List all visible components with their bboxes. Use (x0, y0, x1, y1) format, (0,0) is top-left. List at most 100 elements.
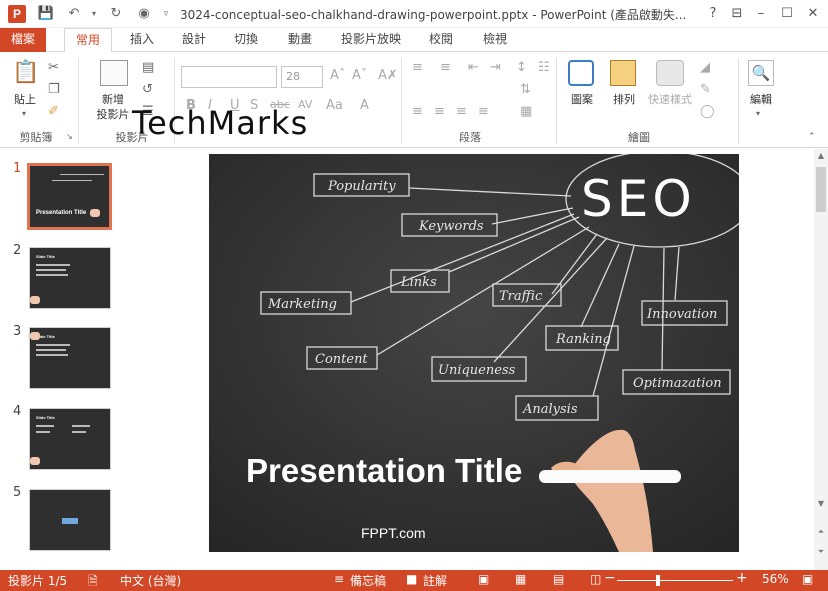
customize-qat-icon[interactable]: ▿ (156, 4, 176, 24)
shape-outline-icon[interactable]: ✎ (700, 82, 711, 97)
tab-insert[interactable]: 插入 (120, 28, 164, 52)
numbering-icon[interactable]: ≡ (440, 60, 451, 75)
redo-icon[interactable]: ↻ (106, 4, 126, 24)
copy-icon[interactable]: ❐ (48, 82, 60, 97)
bullets-icon[interactable]: ≡ (412, 60, 423, 75)
slide-sorter-icon[interactable]: ▦ (515, 572, 526, 586)
clear-format-icon[interactable]: A✗ (378, 68, 398, 83)
font-name-box[interactable] (181, 66, 277, 88)
slide-thumbnail-5[interactable] (29, 489, 111, 551)
slide-thumbnail-3[interactable]: Slide Title (29, 327, 111, 389)
font-size-box[interactable]: 28 (281, 66, 323, 88)
comments-button[interactable]: 註解 (423, 572, 447, 589)
slide-thumbnail-2[interactable]: Slide Title (29, 247, 111, 309)
current-slide[interactable]: Popularity Keywords Links Marketing Traf… (209, 154, 739, 552)
tab-animations[interactable]: 動畫 (276, 28, 324, 52)
slideshow-view-icon[interactable]: ◫ (590, 572, 601, 586)
thumbnail-hand-image (30, 332, 40, 340)
scroll-up-icon[interactable]: ▲ (814, 151, 828, 160)
slide-counter: 投影片 1/5 (8, 574, 68, 588)
smartart-icon[interactable]: ▦ (520, 104, 532, 119)
paste-button-label[interactable]: 貼上 (10, 92, 40, 107)
start-slideshow-icon[interactable]: ◉ (134, 4, 154, 24)
tab-view[interactable]: 檢視 (472, 28, 518, 52)
clipboard-launcher-icon[interactable]: ↘ (66, 132, 73, 141)
undo-icon[interactable]: ↶ (64, 4, 84, 24)
new-slide-label-2[interactable]: 投影片 (88, 107, 138, 122)
minimize-icon[interactable]: – (748, 0, 774, 28)
tab-file[interactable]: 檔案 (0, 28, 46, 52)
thumbnail-number: 2 (13, 243, 22, 258)
zoom-in-icon[interactable]: + (736, 570, 748, 586)
tab-design[interactable]: 設計 (172, 28, 216, 52)
format-painter-icon[interactable]: ✐ (48, 104, 59, 119)
grow-font-icon[interactable]: Aˆ (330, 68, 345, 83)
tab-transitions[interactable]: 切換 (224, 28, 268, 52)
maximize-icon[interactable]: ☐ (774, 0, 800, 28)
shapes-button-label[interactable]: 圖案 (562, 92, 602, 107)
next-slide-icon[interactable]: ⏷ (814, 547, 828, 557)
tab-home[interactable]: 常用 (64, 28, 112, 53)
vertical-scrollbar[interactable]: ▲ ▼ ⏶ ⏷ (814, 149, 828, 570)
keyword-text: Marketing (267, 297, 337, 312)
slide-thumbnail-4[interactable]: Slide Title (29, 408, 111, 470)
save-icon[interactable]: 💾 (36, 4, 56, 24)
arrange-button-label[interactable]: 排列 (604, 92, 644, 107)
align-left-icon[interactable]: ≡ (412, 104, 423, 119)
powerpoint-app-icon[interactable]: P (8, 5, 26, 23)
arrange-icon[interactable] (610, 60, 636, 86)
notes-icon[interactable]: ≡ (334, 572, 344, 586)
normal-view-icon[interactable]: ▣ (478, 572, 489, 586)
tab-review[interactable]: 校閱 (418, 28, 464, 52)
comments-icon[interactable]: ■ (406, 572, 417, 586)
shapes-icon[interactable] (568, 60, 594, 86)
ribbon-display-options-icon[interactable]: ⊟ (724, 0, 750, 28)
find-binoculars-icon[interactable]: 🔍 (748, 60, 774, 86)
zoom-slider[interactable] (617, 580, 733, 581)
quick-styles-label[interactable]: 快速樣式 (644, 92, 696, 107)
shape-fill-icon[interactable]: ◢ (700, 60, 710, 75)
change-case-icon[interactable]: Aa (326, 98, 343, 113)
shrink-font-icon[interactable]: Aˇ (352, 68, 367, 83)
align-right-icon[interactable]: ≡ (456, 104, 467, 119)
align-center-icon[interactable]: ≡ (434, 104, 445, 119)
language-indicator[interactable]: 中文 (台灣) (120, 572, 181, 589)
zoom-slider-thumb[interactable] (656, 575, 660, 586)
paste-dropdown-icon[interactable]: ▾ (22, 109, 26, 118)
slide-footer-text[interactable]: FPPT.com (361, 525, 426, 541)
font-color-icon[interactable]: A (360, 98, 369, 113)
justify-icon[interactable]: ≡ (478, 104, 489, 119)
editing-button-label[interactable]: 編輯 (742, 92, 780, 107)
slide-thumbnail-1[interactable]: Presentation Title (27, 163, 112, 230)
columns-icon[interactable]: ☷ (538, 60, 550, 75)
undo-dropdown-icon[interactable]: ▾ (84, 4, 104, 24)
line-spacing-icon[interactable]: ↕ (516, 60, 527, 75)
paste-icon[interactable]: 📋 (12, 60, 39, 88)
shape-effects-icon[interactable]: ◯ (700, 104, 715, 119)
new-slide-icon[interactable] (100, 60, 128, 86)
reset-icon[interactable]: ↺ (142, 82, 153, 97)
spell-check-icon[interactable]: 🗎 (88, 572, 98, 591)
layout-icon[interactable]: ▤ (142, 60, 154, 75)
decrease-indent-icon[interactable]: ⇤ (468, 60, 479, 75)
text-direction-icon[interactable]: ⇅ (520, 82, 531, 97)
help-icon[interactable]: ? (700, 0, 726, 28)
new-slide-label-1[interactable]: 新增 (88, 92, 138, 107)
chalkboard-drawing: Popularity Keywords Links Marketing Traf… (209, 154, 739, 552)
cut-icon[interactable]: ✂ (48, 60, 59, 75)
zoom-level[interactable]: 56% (762, 572, 789, 586)
editing-dropdown-icon[interactable]: ▾ (756, 109, 760, 118)
scroll-down-icon[interactable]: ▼ (814, 499, 828, 508)
quick-styles-icon[interactable] (656, 60, 684, 86)
previous-slide-icon[interactable]: ⏶ (814, 527, 828, 537)
zoom-out-icon[interactable]: − (604, 570, 616, 586)
fit-to-window-icon[interactable]: ▣ (802, 572, 813, 586)
slide-title-text[interactable]: Presentation Title (246, 452, 522, 490)
close-icon[interactable]: ✕ (800, 0, 826, 28)
scrollbar-thumb[interactable] (816, 167, 826, 212)
collapse-ribbon-icon[interactable]: ⌃ (808, 132, 816, 142)
notes-button[interactable]: 備忘稿 (350, 572, 386, 589)
tab-slideshow[interactable]: 投影片放映 (332, 28, 410, 52)
reading-view-icon[interactable]: ▤ (553, 572, 564, 586)
increase-indent-icon[interactable]: ⇥ (490, 60, 501, 75)
